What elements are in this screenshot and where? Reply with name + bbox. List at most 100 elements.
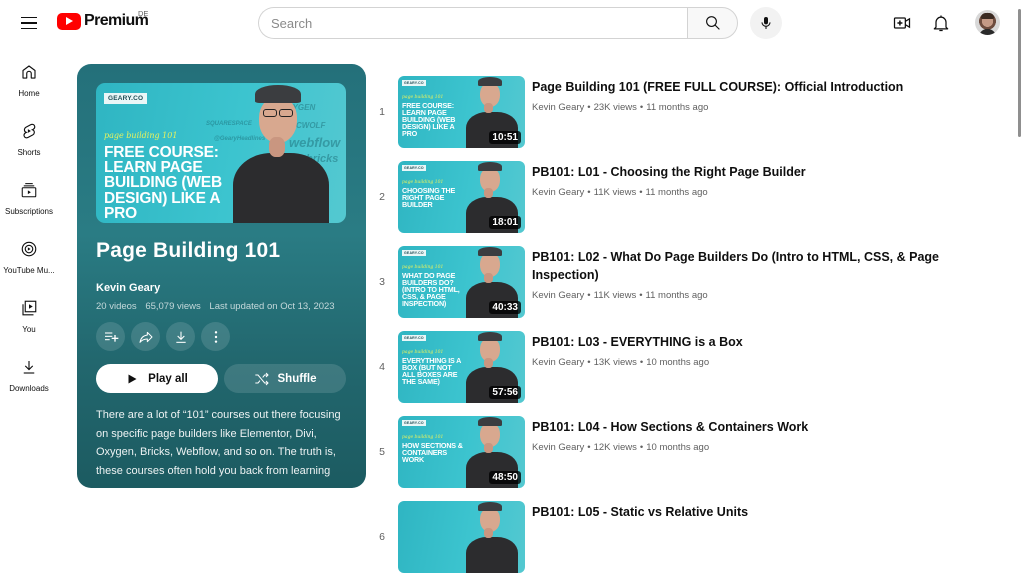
video-channel[interactable]: Kevin Geary [532, 290, 584, 301]
video-thumbnail[interactable]: GEARY.CO page building 101 CHOOSING THE … [398, 161, 525, 233]
playlist-stats: 20 videos 65,079 views Last updated on O… [96, 301, 341, 312]
thumbnail-script-text: page building 101 [104, 131, 178, 140]
view-count: 65,079 views [145, 301, 201, 312]
bell-icon [933, 15, 949, 32]
meta-separator: • [639, 290, 643, 301]
meta-separator: • [639, 187, 643, 198]
playlist-title: Page Building 101 [96, 239, 281, 262]
playlist-header-panel: OXYGEN SQUARESPACE CWOLF webflow bricks … [77, 64, 366, 488]
video-title[interactable]: PB101: L02 - What Do Page Builders Do (I… [532, 248, 952, 284]
you-library-icon [22, 300, 37, 316]
video-meta: Kevin Geary • 11K views • 11 months ago [532, 290, 708, 301]
video-index: 1 [379, 106, 385, 118]
share-button[interactable] [131, 322, 160, 351]
video-thumbnail[interactable]: GEARY.CO page building 101 EVERYTHING IS… [398, 331, 525, 403]
thumbnail-brand-badge: GEARY.CO [402, 335, 426, 341]
microphone-icon [761, 17, 771, 29]
shuffle-button[interactable]: Shuffle [224, 364, 346, 393]
sidebar-item-shorts[interactable]: Shorts [0, 109, 58, 169]
video-duration: 57:56 [489, 386, 521, 399]
video-thumbnail[interactable]: GEARY.CO page building 101 FREE COURSE: … [398, 76, 525, 148]
thumbnail-script-text: page building 101 [402, 95, 444, 100]
video-channel[interactable]: Kevin Geary [532, 187, 584, 198]
thumbnail-brand-badge: GEARY.CO [402, 250, 426, 256]
video-views: 11K views [593, 187, 637, 198]
meta-separator: • [587, 357, 591, 368]
subscriptions-icon [21, 183, 37, 198]
playlist-video-item[interactable]: 6 GEARY.CO page building 101 PB101: L05 … [370, 501, 990, 575]
video-age: 11 months ago [645, 290, 708, 301]
video-age: 11 months ago [646, 102, 709, 113]
sidebar-item-label: YouTube Mu... [3, 266, 55, 275]
video-duration: 40:33 [489, 301, 521, 314]
playlist-video-item[interactable]: 5 GEARY.CO page building 101 HOW SECTION… [370, 416, 990, 490]
playlist-description[interactable]: There are a lot of “101” courses out the… [96, 406, 351, 480]
sidebar-item-home[interactable]: Home [0, 50, 58, 110]
menu-button[interactable] [17, 11, 41, 35]
video-thumbnail[interactable]: GEARY.CO page building 101 HOW SECTIONS … [398, 416, 525, 488]
video-index: 5 [379, 446, 385, 458]
hamburger-line [21, 16, 37, 19]
share-icon [139, 331, 152, 343]
thumbnail-script-text: page building 101 [402, 350, 444, 355]
home-icon [22, 65, 36, 79]
playlist-video-item[interactable]: 4 GEARY.CO page building 101 EVERYTHING … [370, 331, 990, 405]
video-views: 23K views [593, 102, 637, 113]
playlist-video-item[interactable]: 3 GEARY.CO page building 101 WHAT DO PAG… [370, 246, 990, 320]
thumbnail-headline: CHOOSING THE RIGHT PAGE BUILDER [402, 186, 456, 210]
meta-separator: • [587, 102, 591, 113]
search-icon [705, 16, 720, 30]
scrollbar-thumb[interactable] [1018, 9, 1021, 137]
save-playlist-button[interactable] [96, 322, 125, 351]
video-index: 3 [379, 276, 385, 288]
top-bar: Premium DE [0, 0, 1024, 46]
video-title[interactable]: Page Building 101 (FREE FULL COURSE): Of… [532, 78, 952, 96]
video-title[interactable]: PB101: L04 - How Sections & Containers W… [532, 418, 952, 436]
sidebar-item-downloads[interactable]: Downloads [0, 345, 58, 405]
video-channel[interactable]: Kevin Geary [532, 102, 584, 113]
video-duration: 18:01 [489, 216, 521, 229]
thumbnail-brand-badge: GEARY.CO [402, 80, 426, 86]
downloads-icon [23, 361, 35, 374]
thumbnail-person-image [221, 83, 341, 223]
video-channel[interactable]: Kevin Geary [532, 357, 584, 368]
thumbnail-headline: FREE COURSE: LEARN PAGE BUILDING (WEB DE… [402, 101, 456, 139]
download-icon [175, 331, 186, 343]
youtube-premium-logo[interactable]: Premium [57, 12, 149, 30]
sidebar-item-subscriptions[interactable]: Subscriptions [0, 168, 58, 228]
video-duration: 10:51 [489, 131, 521, 144]
video-title[interactable]: PB101: L05 - Static vs Relative Units [532, 503, 952, 521]
playlist-thumbnail[interactable]: OXYGEN SQUARESPACE CWOLF webflow bricks … [96, 83, 346, 223]
voice-search-button[interactable] [750, 7, 782, 39]
video-meta: Kevin Geary • 12K views • 10 months ago [532, 442, 709, 453]
account-avatar[interactable] [975, 10, 1000, 35]
meta-separator: • [639, 442, 644, 453]
notifications-button[interactable] [929, 11, 953, 35]
thumbnail-headline: EVERYTHING IS A BOX (BUT NOT ALL BOXES A… [402, 356, 461, 387]
playlist-video-item[interactable]: 2 GEARY.CO page building 101 CHOOSING TH… [370, 161, 990, 235]
hamburger-line [21, 22, 37, 24]
video-title[interactable]: PB101: L01 - Choosing the Right Page Bui… [532, 163, 952, 181]
video-title[interactable]: PB101: L03 - EVERYTHING is a Box [532, 333, 952, 351]
download-button[interactable] [166, 322, 195, 351]
sidebar-item-youtube-music[interactable]: YouTube Mu... [0, 227, 58, 287]
search-button[interactable] [687, 7, 738, 39]
search-input[interactable] [258, 7, 687, 39]
meta-separator: • [587, 442, 591, 453]
playlist-owner-link[interactable]: Kevin Geary [96, 282, 160, 294]
more-actions-button[interactable] [201, 322, 230, 351]
shuffle-icon [254, 372, 269, 385]
create-button[interactable] [890, 11, 914, 35]
meta-separator: • [639, 357, 644, 368]
sidebar-item-label: Shorts [17, 148, 41, 157]
sidebar-item-label: Subscriptions [4, 207, 54, 216]
play-all-button[interactable]: Play all [96, 364, 218, 393]
video-views: 11K views [593, 290, 637, 301]
meta-separator: • [587, 290, 591, 301]
video-age: 10 months ago [646, 357, 710, 368]
video-thumbnail[interactable]: GEARY.CO page building 101 [398, 501, 525, 573]
video-thumbnail[interactable]: GEARY.CO page building 101 WHAT DO PAGE … [398, 246, 525, 318]
playlist-video-item[interactable]: 1 GEARY.CO page building 101 FREE COURSE… [370, 76, 990, 150]
video-channel[interactable]: Kevin Geary [532, 442, 584, 453]
sidebar-item-you[interactable]: You [0, 286, 58, 346]
